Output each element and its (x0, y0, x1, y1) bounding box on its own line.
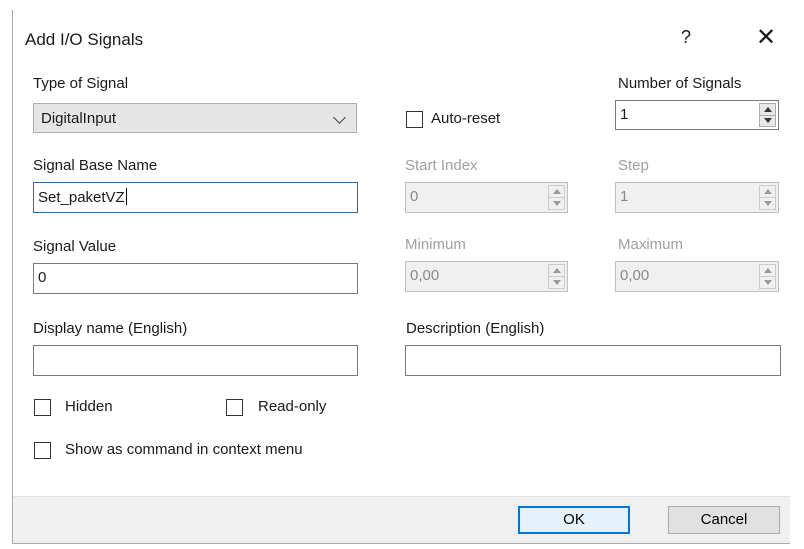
type-of-signal-value: DigitalInput (41, 110, 117, 127)
auto-reset-label: Auto-reset (431, 110, 501, 127)
start-index-spinner: 0 (405, 182, 568, 213)
spin-down-button (549, 277, 564, 288)
arrow-down-icon (763, 201, 772, 206)
minimum-spinner: 0,00 (405, 261, 568, 292)
button-bar: OK Cancel (13, 496, 790, 543)
description-input[interactable] (405, 345, 781, 376)
dialog-title: Add I/O Signals (25, 30, 144, 49)
read-only-label: Read-only (258, 398, 327, 415)
show-as-command-label: Show as command in context menu (65, 441, 303, 458)
number-of-signals-spinner[interactable]: 1 (615, 100, 779, 130)
ok-button[interactable]: OK (518, 506, 630, 534)
number-of-signals-label: Number of Signals (618, 75, 742, 92)
display-name-input[interactable] (33, 345, 358, 376)
display-name-label: Display name (English) (33, 320, 188, 337)
signal-base-name-text: Set_paketVZ (38, 188, 127, 206)
arrow-up-icon (552, 268, 561, 273)
spin-down-button (549, 198, 564, 209)
arrow-up-icon (552, 189, 561, 194)
cancel-button[interactable]: Cancel (668, 506, 780, 534)
arrow-down-icon (552, 201, 561, 206)
arrow-down-icon (763, 118, 772, 124)
hidden-checkbox[interactable] (34, 399, 51, 416)
arrow-up-icon (763, 106, 772, 112)
signal-base-name-label: Signal Base Name (33, 157, 158, 174)
close-icon[interactable]: ✕ (756, 23, 776, 52)
spinner-buttons (548, 185, 565, 210)
type-of-signal-dropdown[interactable]: DigitalInput (33, 103, 357, 133)
signal-base-name-value: Set_paketVZ (38, 189, 125, 206)
signal-value-text: 0 (38, 269, 47, 286)
show-as-command-checkbox[interactable] (34, 442, 51, 459)
spinner-buttons (759, 185, 776, 210)
spin-down-button[interactable] (760, 116, 775, 127)
signal-value-input[interactable]: 0 (33, 263, 358, 294)
step-value: 1 (620, 188, 629, 205)
maximum-value: 0,00 (620, 267, 650, 284)
hidden-label: Hidden (65, 398, 113, 415)
spin-up-button[interactable] (760, 104, 775, 116)
help-icon[interactable]: ? (681, 27, 691, 48)
title-bar: Add I/O Signals ? ✕ (13, 10, 790, 66)
spin-up-button (549, 265, 564, 277)
arrow-up-icon (763, 189, 772, 194)
start-index-value: 0 (410, 188, 419, 205)
minimum-label: Minimum (405, 236, 466, 253)
arrow-down-icon (552, 280, 561, 285)
spin-up-button (760, 186, 775, 198)
signal-value-label: Signal Value (33, 238, 117, 255)
read-only-checkbox[interactable] (226, 399, 243, 416)
maximum-spinner: 0,00 (615, 261, 779, 292)
step-spinner: 1 (615, 182, 779, 213)
maximum-label: Maximum (618, 236, 684, 253)
description-label: Description (English) (406, 320, 545, 337)
spin-up-button (760, 265, 775, 277)
chevron-down-icon (333, 111, 346, 124)
spinner-buttons (759, 103, 776, 127)
add-io-signals-dialog: Add I/O Signals ? ✕ Type of Signal Digit… (12, 10, 790, 544)
spin-up-button (549, 186, 564, 198)
step-label: Step (618, 157, 649, 174)
type-of-signal-label: Type of Signal (33, 75, 129, 92)
spin-down-button (760, 198, 775, 209)
start-index-label: Start Index (405, 157, 478, 174)
arrow-down-icon (763, 280, 772, 285)
signal-base-name-input[interactable]: Set_paketVZ (33, 182, 358, 213)
spin-down-button (760, 277, 775, 288)
text-caret (125, 188, 127, 205)
arrow-up-icon (763, 268, 772, 273)
auto-reset-checkbox[interactable] (406, 111, 423, 128)
number-of-signals-value: 1 (620, 106, 629, 123)
minimum-value: 0,00 (410, 267, 440, 284)
spinner-buttons (548, 264, 565, 289)
spinner-buttons (759, 264, 776, 289)
